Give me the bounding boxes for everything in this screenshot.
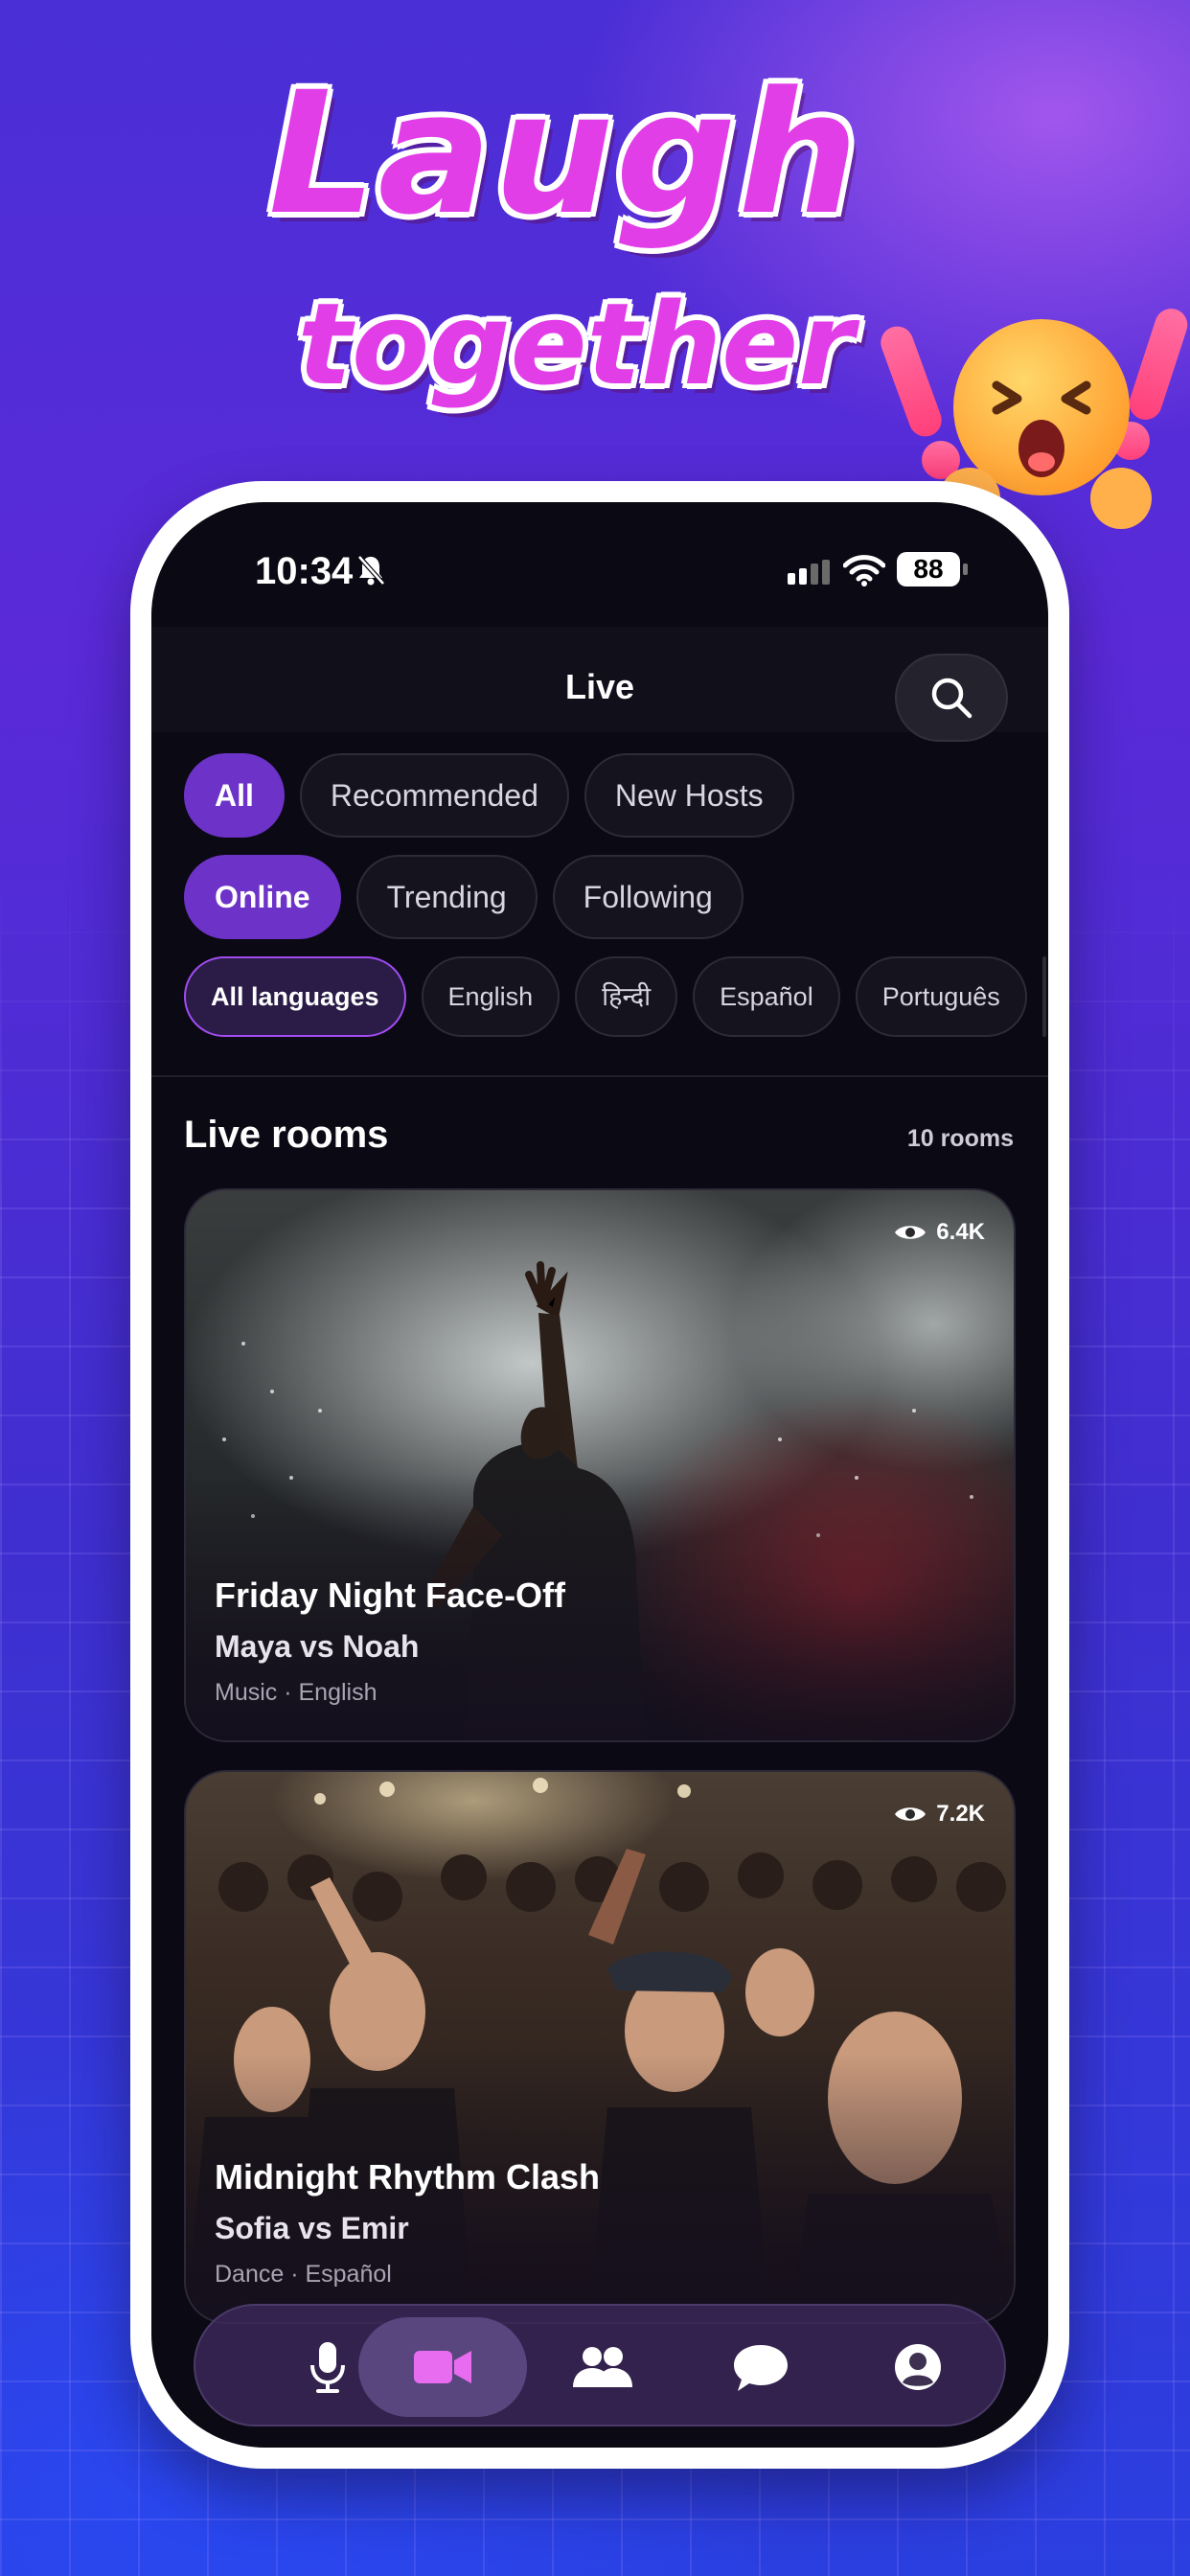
chip-all[interactable]: All xyxy=(184,753,285,838)
video-camera-icon xyxy=(414,2351,471,2383)
status-time: 10:34 xyxy=(255,550,354,592)
chip-more-languages[interactable] xyxy=(1041,956,1046,1037)
wifi-icon xyxy=(843,555,885,586)
promo-headline-line1: Laugh xyxy=(268,56,860,252)
room-hosts: Maya vs Noah xyxy=(215,1629,420,1664)
viewer-count: 6.4K xyxy=(894,1219,985,1246)
phone-frame: 10:34 88 Live All Recommended New Hosts … xyxy=(130,481,1069,2469)
chip-recommended[interactable]: Recommended xyxy=(299,753,569,838)
language-chip-row: All languages English हिन्दी Español Por… xyxy=(184,956,1046,1037)
chip-hindi[interactable]: हिन्दी xyxy=(575,956,678,1037)
room-title: Friday Night Face-Off xyxy=(215,1576,566,1615)
nav-community[interactable] xyxy=(517,2317,686,2417)
nav-profile[interactable] xyxy=(834,2317,1002,2417)
nav-live-video[interactable] xyxy=(358,2317,527,2417)
search-button[interactable] xyxy=(895,654,1008,742)
chat-bubble-icon xyxy=(734,2345,788,2391)
live-room-card[interactable]: 7.2K Midnight Rhythm Clash Sofia vs Emir… xyxy=(184,1770,1016,2324)
profile-icon xyxy=(895,2344,941,2390)
chip-online[interactable]: Online xyxy=(184,855,341,939)
nav-messages[interactable] xyxy=(676,2317,845,2417)
divider xyxy=(151,1075,1048,1077)
battery-icon: 88 xyxy=(897,552,968,586)
live-room-card[interactable]: 6.4K Friday Night Face-Off Maya vs Noah … xyxy=(184,1188,1016,1742)
search-icon xyxy=(931,678,973,719)
chip-portugues[interactable]: Português xyxy=(855,956,1027,1037)
eye-icon xyxy=(895,1807,927,1821)
viewer-count-value: 6.4K xyxy=(936,1219,985,1245)
room-title: Midnight Rhythm Clash xyxy=(215,2157,600,2196)
viewer-count: 7.2K xyxy=(894,1801,985,1828)
category-chip-row: All Recommended New Hosts xyxy=(184,753,1046,838)
viewer-count-value: 7.2K xyxy=(936,1801,985,1827)
chip-espanol[interactable]: Español xyxy=(693,956,840,1037)
people-icon xyxy=(573,2347,632,2387)
chip-english[interactable]: English xyxy=(421,956,561,1037)
filter-area: All Recommended New Hosts Online Trendin… xyxy=(184,753,1046,1054)
chip-all-languages[interactable]: All languages xyxy=(184,956,406,1037)
section-title: Live rooms xyxy=(184,1114,389,1156)
eye-icon xyxy=(895,1226,927,1239)
top-header: Live xyxy=(151,627,1048,742)
mic-icon xyxy=(310,2342,345,2393)
room-meta: Dance · Español xyxy=(215,2261,392,2288)
room-hosts: Sofia vs Emir xyxy=(215,2211,409,2245)
status-chip-row: Online Trending Following xyxy=(184,855,1046,939)
app-screen: 10:34 88 Live All Recommended New Hosts … xyxy=(151,502,1048,2448)
chip-new-hosts[interactable]: New Hosts xyxy=(584,753,794,838)
signal-icon xyxy=(788,560,830,585)
bell-slash-icon xyxy=(357,555,385,586)
chip-following[interactable]: Following xyxy=(552,855,744,939)
chip-trending[interactable]: Trending xyxy=(355,855,538,939)
bottom-navigation xyxy=(194,2304,1006,2426)
status-bar: 10:34 88 xyxy=(151,550,1048,598)
room-meta: Music · English xyxy=(215,1679,378,1706)
room-count: 10 rooms xyxy=(906,1125,1014,1152)
